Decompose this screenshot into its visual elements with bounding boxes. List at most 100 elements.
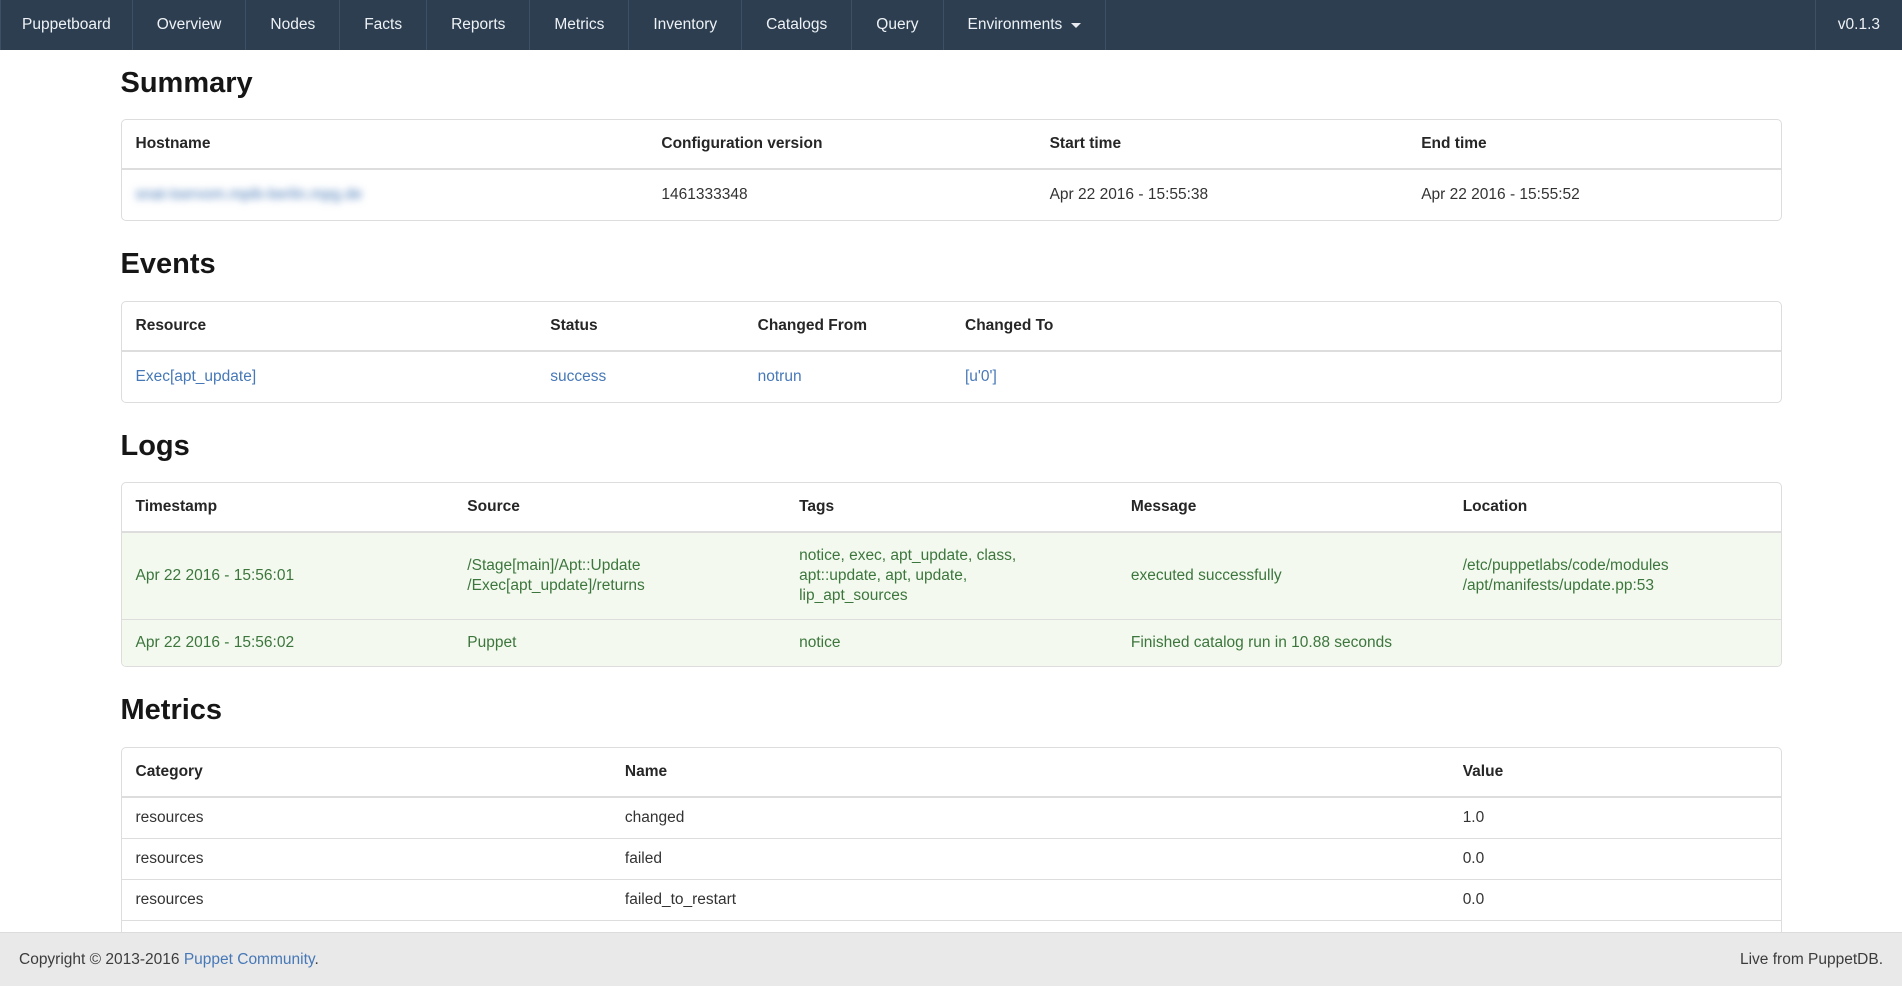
log-source-line: /Exec[apt_update]/returns [467,576,771,596]
logs-col-message: Message [1117,483,1449,532]
events-col-status: Status [536,302,743,351]
metrics-table-panel: Category Name Value resources changed 1.… [121,747,1782,962]
metric-value-cell: 1.0 [1449,797,1781,839]
log-timestamp-cell: Apr 22 2016 - 15:56:01 [122,532,454,620]
nav-item-inventory[interactable]: Inventory [629,0,742,50]
events-col-changed-from: Changed From [744,302,951,351]
logs-col-source: Source [453,483,785,532]
metric-category-cell: resources [122,879,611,920]
log-source-cell: /Stage[main]/Apt::Update /Exec[apt_updat… [453,532,785,620]
footer-copyright-suffix: . [314,951,318,968]
nav-item-nodes[interactable]: Nodes [246,0,340,50]
puppet-community-link[interactable]: Puppet Community [184,951,315,968]
navbar-links: Puppetboard Overview Nodes Facts Reports… [0,0,1106,50]
event-resource-cell: Exec[apt_update] [122,351,537,402]
metrics-col-value: Value [1449,748,1781,797]
metric-name-cell: failed_to_restart [611,879,1449,920]
summary-table-panel: Hostname Configuration version Start tim… [121,119,1782,221]
summary-col-end-time: End time [1407,120,1780,169]
events-table-panel: Resource Status Changed From Changed To … [121,301,1782,403]
hostname-link-redacted[interactable]: snat-tservom.mpib-berlin.mpg.de [136,186,363,203]
nav-item-overview[interactable]: Overview [133,0,247,50]
log-row: Apr 22 2016 - 15:56:01 /Stage[main]/Apt:… [122,532,1781,620]
footer-copyright-prefix: Copyright © 2013-2016 [19,951,184,968]
log-location-cell: /etc/puppetlabs/code/modules /apt/manife… [1449,532,1781,620]
log-tags-cell: notice [785,620,1117,667]
nav-item-reports[interactable]: Reports [427,0,530,50]
navbar-brand-puppetboard[interactable]: Puppetboard [0,0,133,50]
log-tags-cell: notice, exec, apt_update, class, apt::up… [785,532,1117,620]
log-tags-line: notice, exec, apt_update, class, [799,546,1103,566]
nav-item-catalogs[interactable]: Catalogs [742,0,852,50]
navbar-right: v0.1.3 [1815,0,1902,50]
metric-category-cell: resources [122,797,611,839]
summary-table: Hostname Configuration version Start tim… [122,120,1781,220]
event-status-cell: success [536,351,743,402]
events-header-row: Resource Status Changed From Changed To [122,302,1781,351]
event-status-link[interactable]: success [550,368,606,385]
log-tags-line: lip_apt_sources [799,586,1103,606]
app-version-label: v0.1.3 [1815,0,1902,50]
log-location-line: /etc/puppetlabs/code/modules [1463,556,1767,576]
metric-row: resources failed_to_restart 0.0 [122,879,1781,920]
logs-header-row: Timestamp Source Tags Message Location [122,483,1781,532]
log-source-line: /Stage[main]/Apt::Update [467,556,771,576]
summary-hostname-cell: snat-tservom.mpib-berlin.mpg.de [122,169,648,220]
top-navbar: Puppetboard Overview Nodes Facts Reports… [0,0,1902,50]
nav-item-metrics[interactable]: Metrics [530,0,629,50]
metric-name-cell: changed [611,797,1449,839]
event-changed-from-link[interactable]: notrun [758,368,802,385]
log-timestamp-cell: Apr 22 2016 - 15:56:02 [122,620,454,667]
logs-col-location: Location [1449,483,1781,532]
summary-col-hostname: Hostname [122,120,648,169]
events-heading: Events [121,249,1782,279]
page-footer: Copyright © 2013-2016 Puppet Community. … [0,932,1902,986]
metrics-col-category: Category [122,748,611,797]
events-row: Exec[apt_update] success notrun [u'0'] [122,351,1781,402]
metric-name-cell: failed [611,838,1449,879]
metrics-table: Category Name Value resources changed 1.… [122,748,1781,961]
log-row: Apr 22 2016 - 15:56:02 Puppet notice Fin… [122,620,1781,667]
event-changed-to-link[interactable]: [u'0'] [965,368,997,385]
summary-row: snat-tservom.mpib-berlin.mpg.de 14613333… [122,169,1781,220]
metrics-col-name: Name [611,748,1449,797]
summary-end-time-cell: Apr 22 2016 - 15:55:52 [1407,169,1780,220]
environments-dropdown-label: Environments [968,16,1063,34]
events-col-changed-to: Changed To [951,302,1781,351]
logs-col-tags: Tags [785,483,1117,532]
metric-value-cell: 0.0 [1449,879,1781,920]
log-message-cell: Finished catalog run in 10.88 seconds [1117,620,1449,667]
event-changed-to-cell: [u'0'] [951,351,1781,402]
nav-dropdown-environments[interactable]: Environments [944,0,1107,50]
main-content: Summary Hostname Configuration version S… [121,68,1782,961]
events-col-resource: Resource [122,302,537,351]
metrics-heading: Metrics [121,695,1782,725]
nav-item-facts[interactable]: Facts [340,0,427,50]
log-tags-line: apt::update, apt, update, [799,566,1103,586]
summary-start-time-cell: Apr 22 2016 - 15:55:38 [1036,169,1408,220]
footer-copyright: Copyright © 2013-2016 Puppet Community. [19,951,319,969]
event-changed-from-cell: notrun [744,351,951,402]
chevron-down-icon [1071,23,1081,28]
logs-table-panel: Timestamp Source Tags Message Location A… [121,482,1782,667]
summary-col-start-time: Start time [1036,120,1408,169]
log-source-cell: Puppet [453,620,785,667]
events-table: Resource Status Changed From Changed To … [122,302,1781,402]
metric-value-cell: 0.0 [1449,838,1781,879]
log-location-cell [1449,620,1781,667]
metrics-header-row: Category Name Value [122,748,1781,797]
summary-heading: Summary [121,68,1782,98]
metric-row: resources changed 1.0 [122,797,1781,839]
event-resource-link[interactable]: Exec[apt_update] [136,368,257,385]
log-location-line: /apt/manifests/update.pp:53 [1463,576,1767,596]
logs-heading: Logs [121,431,1782,461]
logs-col-timestamp: Timestamp [122,483,454,532]
metric-row: resources failed 0.0 [122,838,1781,879]
summary-header-row: Hostname Configuration version Start tim… [122,120,1781,169]
logs-table: Timestamp Source Tags Message Location A… [122,483,1781,666]
summary-configuration-version-cell: 1461333348 [647,169,1035,220]
nav-item-query[interactable]: Query [852,0,943,50]
summary-col-configuration-version: Configuration version [647,120,1035,169]
footer-live-from-puppetdb: Live from PuppetDB. [1740,951,1883,969]
log-message-cell: executed successfully [1117,532,1449,620]
